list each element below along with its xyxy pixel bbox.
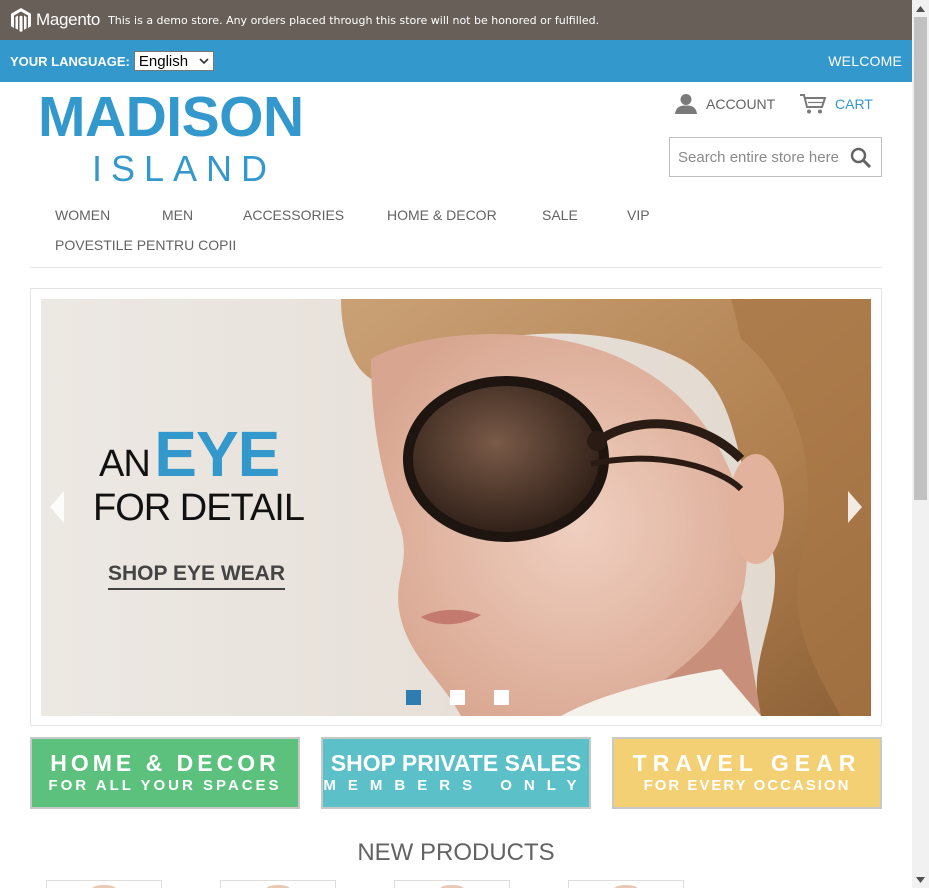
language-bar: YOUR LANGUAGE: English WELCOME bbox=[0, 40, 912, 82]
cart-icon bbox=[800, 94, 827, 114]
product-thumb[interactable] bbox=[394, 880, 510, 888]
language-label: YOUR LANGUAGE: bbox=[10, 53, 130, 69]
chevron-left-icon bbox=[50, 491, 64, 523]
language-switcher: YOUR LANGUAGE: English bbox=[10, 51, 214, 71]
promo-home-decor-title: HOME & DECOR bbox=[50, 749, 280, 776]
product-thumb[interactable] bbox=[220, 880, 336, 888]
search-box bbox=[669, 137, 882, 177]
nav-item-men[interactable]: MEN bbox=[162, 207, 193, 223]
account-icon bbox=[675, 94, 697, 114]
magento-logo: Magento bbox=[10, 7, 100, 33]
cart-link[interactable]: CART bbox=[799, 93, 873, 115]
promo-home-decor-subtitle: FOR ALL YOUR SPACES bbox=[48, 776, 282, 794]
promo-private-sales[interactable]: SHOP PRIVATE SALES MEMBERS ONLY bbox=[321, 737, 591, 809]
demo-notice-text: This is a demo store. Any orders placed … bbox=[108, 13, 600, 27]
language-select[interactable]: English bbox=[133, 51, 214, 71]
store-logo[interactable]: MADISON ISLAND bbox=[38, 88, 304, 188]
hero-slide[interactable]: AN EYE FOR DETAIL SHOP EYE WEAR bbox=[41, 299, 871, 716]
cart-label: CART bbox=[835, 96, 873, 112]
slide-headline-an: AN bbox=[99, 443, 151, 485]
slide-headline: AN EYE bbox=[99, 417, 280, 491]
promo-private-sales-title: SHOP PRIVATE SALES bbox=[330, 749, 582, 776]
shop-eye-wear-link[interactable]: SHOP EYE WEAR bbox=[108, 562, 285, 590]
promo-travel-gear-subtitle: FOR EVERY OCCASION bbox=[643, 776, 851, 794]
page: Magento This is a demo store. Any orders… bbox=[0, 0, 912, 888]
promo-travel-gear-title: TRAVEL GEAR bbox=[632, 749, 862, 776]
slider-dot-3[interactable] bbox=[494, 690, 509, 705]
site-header: MADISON ISLAND ACCOUNT CART bbox=[0, 82, 912, 188]
magento-wordmark: Magento bbox=[36, 10, 101, 29]
nav-item-home-decor[interactable]: HOME & DECOR bbox=[387, 207, 497, 223]
product-thumb[interactable] bbox=[46, 880, 162, 888]
scroll-up-arrow[interactable] bbox=[912, 0, 929, 17]
nav-item-sale[interactable]: SALE bbox=[542, 207, 578, 223]
slide-headline-eye: EYE bbox=[154, 418, 280, 490]
scroll-down-arrow[interactable] bbox=[912, 871, 929, 888]
nav-item-accessories[interactable]: ACCESSORIES bbox=[243, 207, 344, 223]
chevron-down-icon bbox=[199, 57, 209, 64]
slider-pagination bbox=[406, 690, 538, 705]
product-thumb[interactable] bbox=[568, 880, 684, 888]
slide-subheadline: FOR DETAIL bbox=[93, 487, 305, 529]
chevron-right-icon bbox=[848, 491, 862, 523]
search-button[interactable] bbox=[850, 147, 872, 174]
welcome-message: WELCOME bbox=[828, 53, 902, 69]
logo-sub-text: ISLAND bbox=[92, 148, 277, 189]
search-icon bbox=[850, 147, 872, 169]
slider-next-arrow[interactable] bbox=[847, 491, 863, 528]
account-link[interactable]: ACCOUNT bbox=[674, 93, 775, 115]
main-nav: WOMEN MEN ACCESSORIES HOME & DECOR SALE … bbox=[30, 188, 882, 268]
slider-dot-2[interactable] bbox=[450, 690, 465, 705]
nav-item-women[interactable]: WOMEN bbox=[55, 207, 110, 223]
promo-home-decor[interactable]: HOME & DECOR FOR ALL YOUR SPACES bbox=[30, 737, 300, 809]
logo-main-text: MADISON bbox=[38, 85, 304, 149]
magento-logo-icon bbox=[11, 8, 31, 32]
nav-item-povestile[interactable]: POVESTILE PENTRU COPII bbox=[55, 237, 236, 253]
demo-notice-bar: Magento This is a demo store. Any orders… bbox=[0, 0, 912, 40]
triangle-up-icon bbox=[916, 5, 925, 12]
promo-travel-gear[interactable]: TRAVEL GEAR FOR EVERY OCCASION bbox=[612, 737, 882, 809]
triangle-down-icon bbox=[916, 876, 925, 883]
hero-slider: AN EYE FOR DETAIL SHOP EYE WEAR bbox=[30, 288, 882, 726]
account-label: ACCOUNT bbox=[706, 96, 776, 112]
scrollbar-thumb[interactable] bbox=[914, 17, 927, 500]
slider-prev-arrow[interactable] bbox=[49, 491, 65, 528]
nav-item-vip[interactable]: VIP bbox=[627, 207, 650, 223]
vertical-scrollbar[interactable] bbox=[912, 0, 929, 888]
new-products-heading: NEW PRODUCTS bbox=[357, 839, 555, 866]
promo-private-sales-subtitle: MEMBERS ONLY bbox=[323, 776, 589, 794]
search-input[interactable] bbox=[678, 148, 838, 166]
slider-dot-1[interactable] bbox=[406, 690, 421, 705]
language-selected-value: English bbox=[138, 52, 189, 70]
